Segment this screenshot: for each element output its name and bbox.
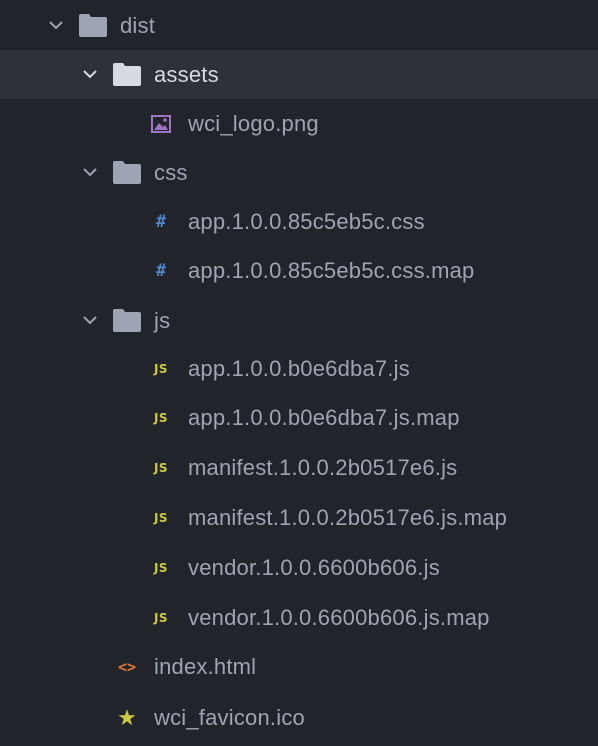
tree-file-app-css-map[interactable]: # app.1.0.0.85c5eb5c.css.map <box>0 246 598 295</box>
tree-item-label: app.1.0.0.85c5eb5c.css <box>188 208 425 234</box>
tree-file-app-js-map[interactable]: JS app.1.0.0.b0e6dba7.js.map <box>0 393 598 442</box>
tree-folder-js[interactable]: js <box>0 296 598 345</box>
tree-file-vendor-js-map[interactable]: JS vendor.1.0.0.6600b606.js.map <box>0 593 598 642</box>
css-hash-icon: # <box>155 211 167 232</box>
tree-item-label: app.1.0.0.b0e6dba7.js.map <box>188 404 460 430</box>
folder-icon <box>112 161 142 185</box>
tree-item-label: vendor.1.0.0.6600b606.js <box>188 554 440 580</box>
tree-item-label: dist <box>120 12 156 38</box>
js-icon: JS <box>153 610 169 625</box>
star-icon: ★ <box>117 704 137 730</box>
js-icon: JS <box>153 410 169 425</box>
tree-item-label: manifest.1.0.0.2b0517e6.js <box>188 454 458 480</box>
tree-folder-assets[interactable]: assets <box>0 50 598 99</box>
tree-file-manifest-js[interactable]: JS manifest.1.0.0.2b0517e6.js <box>0 443 598 492</box>
tree-item-label: app.1.0.0.b0e6dba7.js <box>188 355 410 381</box>
chevron-down-icon[interactable] <box>80 65 100 85</box>
css-hash-icon: # <box>155 260 167 281</box>
js-icon: JS <box>153 510 169 525</box>
tree-file-app-js[interactable]: JS app.1.0.0.b0e6dba7.js <box>0 344 598 393</box>
tree-file-manifest-js-map[interactable]: JS manifest.1.0.0.2b0517e6.js.map <box>0 493 598 542</box>
tree-file-app-css[interactable]: # app.1.0.0.85c5eb5c.css <box>0 197 598 246</box>
tree-item-label: css <box>154 159 188 185</box>
tree-item-label: assets <box>154 61 219 87</box>
tree-item-label: wci_favicon.ico <box>154 704 305 730</box>
file-tree: dist assets wci_logo.png css # app.1.0.0… <box>0 0 598 746</box>
js-icon: JS <box>153 560 169 575</box>
js-icon: JS <box>153 361 169 376</box>
tree-folder-dist[interactable]: dist <box>0 1 598 50</box>
chevron-down-icon[interactable] <box>46 16 66 36</box>
image-icon <box>146 112 176 136</box>
html-code-icon: <> <box>117 657 137 676</box>
tree-item-label: manifest.1.0.0.2b0517e6.js.map <box>188 504 508 530</box>
tree-item-label: index.html <box>154 653 257 679</box>
js-icon: JS <box>153 460 169 475</box>
tree-item-label: js <box>154 307 171 333</box>
folder-icon <box>78 14 108 38</box>
folder-icon <box>112 63 142 87</box>
chevron-down-icon[interactable] <box>80 163 100 183</box>
chevron-down-icon[interactable] <box>80 311 100 331</box>
tree-item-label: wci_logo.png <box>188 110 319 136</box>
tree-folder-css[interactable]: css <box>0 148 598 197</box>
tree-file-vendor-js[interactable]: JS vendor.1.0.0.6600b606.js <box>0 543 598 592</box>
tree-file-wci-logo[interactable]: wci_logo.png <box>0 99 598 148</box>
tree-item-label: app.1.0.0.85c5eb5c.css.map <box>188 257 475 283</box>
tree-file-wci-favicon[interactable]: ★ wci_favicon.ico <box>0 693 598 742</box>
tree-item-label: vendor.1.0.0.6600b606.js.map <box>188 604 490 630</box>
tree-file-index-html[interactable]: <> index.html <box>0 642 598 691</box>
folder-icon <box>112 309 142 333</box>
